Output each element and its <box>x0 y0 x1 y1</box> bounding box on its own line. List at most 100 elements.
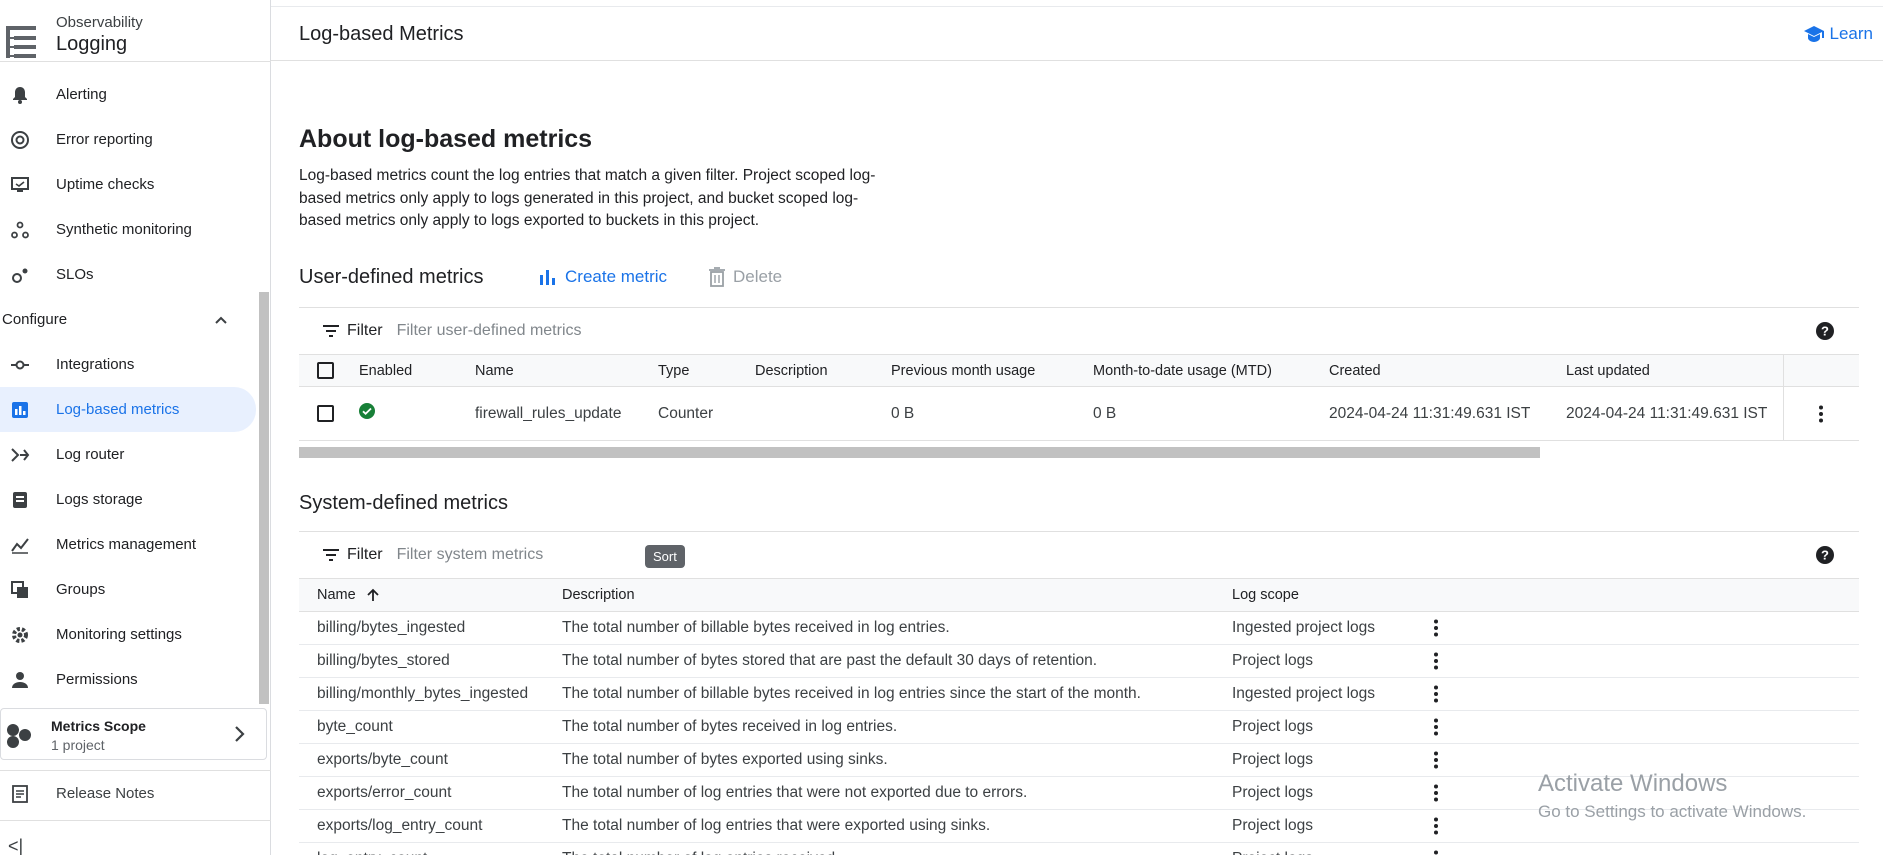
metric-description-cell: The total number of log entries that wer… <box>562 776 1232 810</box>
sidebar-item-log-based-metrics[interactable]: Log-based metrics <box>0 387 256 432</box>
sidebar-item-uptime-checks[interactable]: Uptime checks <box>0 162 256 207</box>
check-circle-icon <box>359 403 375 420</box>
table-row[interactable]: firewall_rules_update Counter 0 B 0 B 20… <box>299 386 1859 441</box>
more-vert-icon[interactable] <box>1426 717 1446 737</box>
user-metrics-filter-input[interactable] <box>396 322 647 340</box>
product-brand[interactable]: Observability Logging <box>0 10 271 60</box>
column-header-description[interactable]: Description <box>755 354 891 387</box>
table-header-row: Name Description Log scope <box>299 578 1859 612</box>
help-icon[interactable]: ? <box>1815 321 1835 341</box>
logging-logo-icon <box>6 26 36 58</box>
sidebar-item-metrics-management[interactable]: Metrics management <box>0 522 256 567</box>
more-vert-icon[interactable] <box>1426 849 1446 855</box>
notes-icon <box>12 785 28 803</box>
table-row[interactable]: billing/monthly_bytes_ingested The total … <box>299 677 1859 711</box>
table-horizontal-scrollbar[interactable] <box>299 447 1540 458</box>
release-notes-label: Release Notes <box>56 784 155 802</box>
system-metrics-filter-input[interactable] <box>396 546 647 564</box>
sidebar-item-monitoring-settings[interactable]: Monitoring settings <box>0 612 256 657</box>
sidebar-item-log-router[interactable]: Log router <box>0 432 256 477</box>
select-all-checkbox[interactable] <box>317 362 334 379</box>
column-header-created[interactable]: Created <box>1329 354 1566 387</box>
enabled-cell <box>359 387 475 441</box>
sidebar-item-label: Error reporting <box>56 131 153 148</box>
help-icon[interactable]: ? <box>1815 545 1835 565</box>
bar-chart-icon <box>540 270 555 285</box>
sidebar-item-slos[interactable]: SLOs <box>0 252 256 297</box>
arrow-up-icon <box>367 588 379 602</box>
metric-name-cell: byte_count <box>299 710 562 744</box>
table-row[interactable]: byte_count The total number of bytes rece… <box>299 710 1859 744</box>
user-defined-title: User-defined metrics <box>299 266 484 288</box>
sidebar-item-label: Log router <box>56 446 125 463</box>
column-header-log-scope[interactable]: Log scope <box>1232 578 1426 612</box>
divider <box>0 820 271 821</box>
column-header-enabled[interactable]: Enabled <box>359 354 475 387</box>
metric-name-cell[interactable]: firewall_rules_update <box>475 387 658 441</box>
more-vert-icon[interactable] <box>1426 750 1446 770</box>
row-checkbox[interactable] <box>317 405 334 423</box>
metric-description-cell: The total number of bytes received in lo… <box>562 710 1232 744</box>
column-header-last-updated[interactable]: Last updated <box>1566 354 1783 387</box>
sidebar-item-permissions[interactable]: Permissions <box>0 657 256 702</box>
error-reporting-icon <box>11 131 29 149</box>
column-header-label: Name <box>317 587 356 603</box>
column-header-name[interactable]: Name <box>299 578 562 612</box>
row-actions-cell <box>1426 677 1859 711</box>
row-actions-cell <box>1782 386 1859 441</box>
column-header-description[interactable]: Description <box>562 578 1232 612</box>
sidebar-item-logs-storage[interactable]: Logs storage <box>0 477 256 522</box>
table-row[interactable]: log_entry_countThe total number of log e… <box>299 842 1859 855</box>
more-vert-icon[interactable] <box>1426 618 1446 638</box>
sidebar-item-groups[interactable]: Groups <box>0 567 256 612</box>
metrics-icon <box>11 538 29 554</box>
table-row[interactable]: billing/bytes_stored The total number of … <box>299 644 1859 678</box>
column-header-type[interactable]: Type <box>658 354 755 387</box>
section-configure[interactable]: Configure <box>0 297 256 342</box>
sidebar-item-error-reporting[interactable]: Error reporting <box>0 117 256 162</box>
delete-button[interactable]: Delete <box>709 267 782 287</box>
svg-text:?: ? <box>1821 324 1829 339</box>
more-vert-icon[interactable] <box>1426 684 1446 704</box>
table-row[interactable]: billing/bytes_ingested The total number o… <box>299 611 1859 645</box>
more-vert-icon[interactable] <box>1426 816 1446 836</box>
collapse-sidebar-icon[interactable]: <| <box>8 836 28 855</box>
create-metric-button[interactable]: Create metric <box>539 267 667 287</box>
row-actions-cell <box>1426 644 1859 678</box>
column-header-actions <box>1426 578 1859 612</box>
integrations-icon <box>11 360 29 370</box>
filter-icon[interactable] <box>321 545 341 565</box>
sidebar-item-alerting[interactable]: Alerting <box>0 72 256 117</box>
metric-name-cell: log_entry_count <box>299 842 562 855</box>
sidebar-item-label: SLOs <box>56 266 94 283</box>
sidebar-item-label: Uptime checks <box>56 176 155 193</box>
synthetic-icon <box>11 221 29 239</box>
log-scope-cell: Project logs <box>1232 776 1426 810</box>
sidebar-scrollbar[interactable] <box>259 292 269 704</box>
log-scope-cell: Project logs <box>1232 842 1426 855</box>
metrics-scope-button[interactable]: Metrics Scope 1 project <box>0 708 267 760</box>
sidebar-item-label: Log-based metrics <box>56 401 180 418</box>
groups-icon <box>11 581 28 598</box>
scope-subtitle: 1 project <box>51 737 105 753</box>
metric-description-cell <box>755 387 891 441</box>
more-vert-icon[interactable] <box>1426 651 1446 671</box>
sidebar-item-integrations[interactable]: Integrations <box>0 342 256 387</box>
more-vert-icon[interactable] <box>1426 783 1446 803</box>
column-header-previous-month-usage[interactable]: Previous month usage <box>891 354 1093 387</box>
column-header-mtd-usage[interactable]: Month-to-date usage (MTD) <box>1093 354 1329 387</box>
metric-name-cell: exports/error_count <box>299 776 562 810</box>
bell-icon <box>13 87 27 104</box>
page-title: Log-based Metrics <box>299 23 464 45</box>
release-notes-link[interactable]: Release Notes <box>0 770 271 815</box>
sidebar-item-label: Groups <box>56 581 106 598</box>
more-vert-icon[interactable] <box>1811 404 1831 424</box>
column-header-name[interactable]: Name <box>475 354 658 387</box>
chevron-up-icon <box>215 316 227 324</box>
sidebar-item-label: Alerting <box>56 86 107 103</box>
log-scope-cell: Ingested project logs <box>1232 677 1426 711</box>
storage-icon <box>13 492 27 508</box>
filter-icon[interactable] <box>321 321 341 341</box>
sidebar-item-synthetic-monitoring[interactable]: Synthetic monitoring <box>0 207 256 252</box>
learn-button[interactable]: Learn <box>1803 24 1873 44</box>
